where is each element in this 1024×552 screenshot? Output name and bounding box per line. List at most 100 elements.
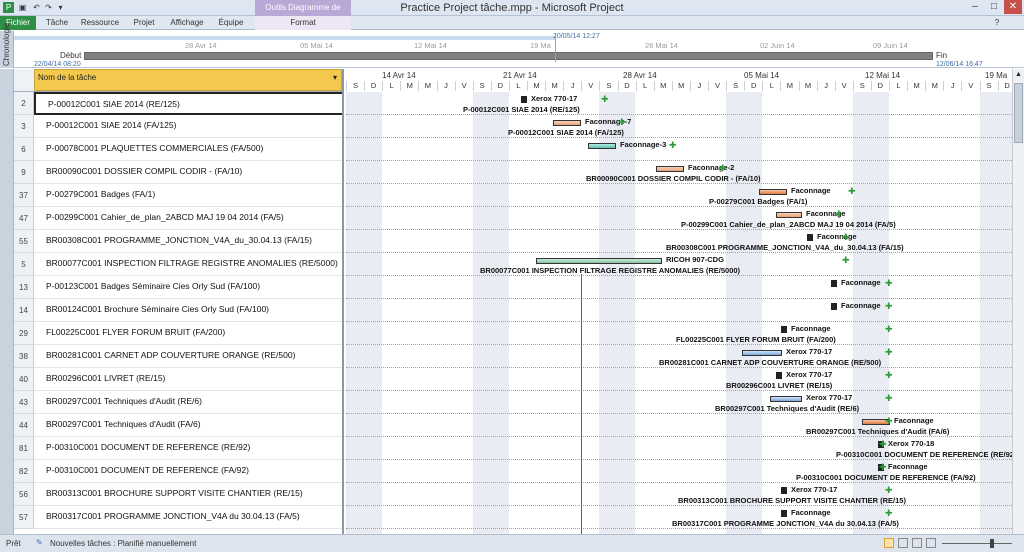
task-marker-icon[interactable] [781,326,787,333]
task-marker-icon[interactable] [807,234,813,241]
deadline-icon[interactable]: ✚ [669,141,677,150]
task-name-cell[interactable]: P-00310C001 DOCUMENT DE REFERENCE (FA/92… [34,460,342,483]
deadline-icon[interactable]: ✚ [885,509,893,518]
deadline-icon[interactable]: ✚ [885,279,893,288]
deadline-icon[interactable]: ✚ [879,440,887,449]
row-id[interactable]: 82 [14,460,34,483]
task-name-cell[interactable]: P-00123C001 Badges Séminaire Cies Orly S… [34,276,342,299]
row-id[interactable]: 37 [14,184,34,207]
view-gantt-icon[interactable] [884,538,894,548]
deadline-icon[interactable]: ✚ [885,486,893,495]
task-marker-icon[interactable] [781,510,787,517]
deadline-icon[interactable]: ✚ [842,256,850,265]
row-id[interactable]: 81 [14,437,34,460]
task-name-cell[interactable]: BR00297C001 Techniques d'Audit (RE/6) [34,391,342,414]
task-bar[interactable] [656,166,684,172]
task-name-cell[interactable]: BR00077C001 INSPECTION FILTRAGE REGISTRE… [34,253,342,276]
task-bar[interactable] [553,120,581,126]
row-id[interactable]: 57 [14,506,34,529]
scroll-thumb[interactable] [1014,83,1023,143]
task-table[interactable]: Nom de la tâche ▾ 2 P-00012C001 SIAE 2014… [14,69,344,534]
help-icon[interactable]: ? [992,16,1002,30]
tab-format[interactable]: Format [255,16,351,30]
task-name-cell[interactable]: P-00299C001 Cahier_de_plan_2ABCD MAJ 19 … [34,207,342,230]
row-id[interactable]: 47 [14,207,34,230]
task-bar[interactable] [588,143,616,149]
view-team-planner-icon[interactable] [912,538,922,548]
task-marker-icon[interactable] [831,303,837,310]
deadline-icon[interactable]: ✚ [885,348,893,357]
maximize-icon[interactable]: □ [985,0,1003,14]
task-marker-icon[interactable] [831,280,837,287]
row-id[interactable]: 40 [14,368,34,391]
deadline-icon[interactable]: ✚ [842,233,850,242]
task-marker-icon[interactable] [521,96,527,103]
gantt-chart[interactable]: 14 Avr 14 21 Avr 14 28 Avr 14 05 Mai 14 12 M… [346,69,1012,534]
tab-task[interactable]: Tâche [42,16,72,30]
tab-view[interactable]: Affichage [167,16,207,30]
task-name-cell[interactable]: BR00297C001 Techniques d'Audit (FA/6) [34,414,342,437]
row-id[interactable]: 13 [14,276,34,299]
zoom-slider-thumb[interactable] [990,539,994,548]
row-id[interactable]: 6 [14,138,34,161]
tab-resource[interactable]: Ressource [80,16,120,30]
deadline-icon[interactable]: ✚ [618,118,626,127]
task-name-cell[interactable]: BR00281C001 CARNET ADP COUVERTURE ORANGE… [34,345,342,368]
row-id[interactable]: 43 [14,391,34,414]
task-name-cell[interactable]: BR00090C001 DOSSIER COMPIL CODIR - (FA/1… [34,161,342,184]
task-name-cell[interactable]: P-00012C001 SIAE 2014 (RE/125) [34,92,342,115]
task-bar[interactable] [759,189,787,195]
column-header-task-name[interactable]: Nom de la tâche ▾ [34,69,342,91]
task-name-cell[interactable]: FL00225C001 FLYER FORUM BRUIT (FA/200) [34,322,342,345]
row-id[interactable]: 9 [14,161,34,184]
close-icon[interactable]: ✕ [1004,0,1022,14]
task-name-cell[interactable]: BR00308C001 PROGRAMME_JONCTION_V4A_du_30… [34,230,342,253]
task-bar[interactable] [770,396,802,402]
deadline-icon[interactable]: ✚ [885,302,893,311]
view-resource-sheet-icon[interactable] [926,538,936,548]
row-id[interactable]: 44 [14,414,34,437]
status-new-tasks[interactable]: Nouvelles tâches : Planifié manuellement [50,539,196,548]
task-name-cell[interactable]: BR00124C001 Brochure Séminaire Cies Orly… [34,299,342,322]
deadline-icon[interactable]: ✚ [885,394,893,403]
tab-team[interactable]: Équipe [214,16,248,30]
row-id[interactable]: 14 [14,299,34,322]
row-id[interactable]: 29 [14,322,34,345]
tab-project[interactable]: Projet [128,16,160,30]
timeline-visible-range[interactable] [14,36,555,40]
dropdown-arrow-icon[interactable]: ▾ [333,73,337,82]
deadline-icon[interactable]: ✚ [601,95,609,104]
timeline-bar[interactable] [84,52,933,60]
deadline-icon[interactable]: ✚ [885,325,893,334]
row-id[interactable]: 56 [14,483,34,506]
view-task-usage-icon[interactable] [898,538,908,548]
row-id[interactable]: 38 [14,345,34,368]
deadline-icon[interactable]: ✚ [719,164,727,173]
task-name-cell[interactable]: P-00078C001 PLAQUETTES COMMERCIALES (FA/… [34,138,342,161]
deadline-icon[interactable]: ✚ [885,417,893,426]
task-bar[interactable] [776,212,802,218]
deadline-icon[interactable]: ✚ [848,187,856,196]
row-id[interactable]: 55 [14,230,34,253]
row-id[interactable]: 5 [14,253,34,276]
task-bar[interactable] [742,350,782,356]
row-id[interactable]: 3 [14,115,34,138]
vertical-scrollbar[interactable]: ▲ [1012,69,1024,534]
task-name-cell[interactable]: BR00317C001 PROGRAMME JONCTION_V4A du 30… [34,506,342,529]
minimize-icon[interactable]: – [966,0,984,14]
zoom-slider[interactable] [942,543,1012,544]
task-bar[interactable] [536,258,662,264]
row-id[interactable]: 2 [14,92,34,115]
task-name-cell[interactable]: P-00310C001 DOCUMENT DE REFERENCE (RE/92… [34,437,342,460]
deadline-icon[interactable]: ✚ [879,463,887,472]
task-marker-icon[interactable] [776,372,782,379]
deadline-icon[interactable]: ✚ [885,371,893,380]
task-name-cell[interactable]: P-00012C001 SIAE 2014 (FA/125) [34,115,342,138]
row-gridline [346,206,1012,207]
task-name-cell[interactable]: P-00279C001 Badges (FA/1) [34,184,342,207]
task-marker-icon[interactable] [781,487,787,494]
scroll-up-icon[interactable]: ▲ [1014,71,1023,81]
task-name-cell[interactable]: BR00296C001 LIVRET (RE/15) [34,368,342,391]
task-name-cell[interactable]: BR00313C001 BROCHURE SUPPORT VISITE CHAN… [34,483,342,506]
deadline-icon[interactable]: ✚ [835,210,843,219]
